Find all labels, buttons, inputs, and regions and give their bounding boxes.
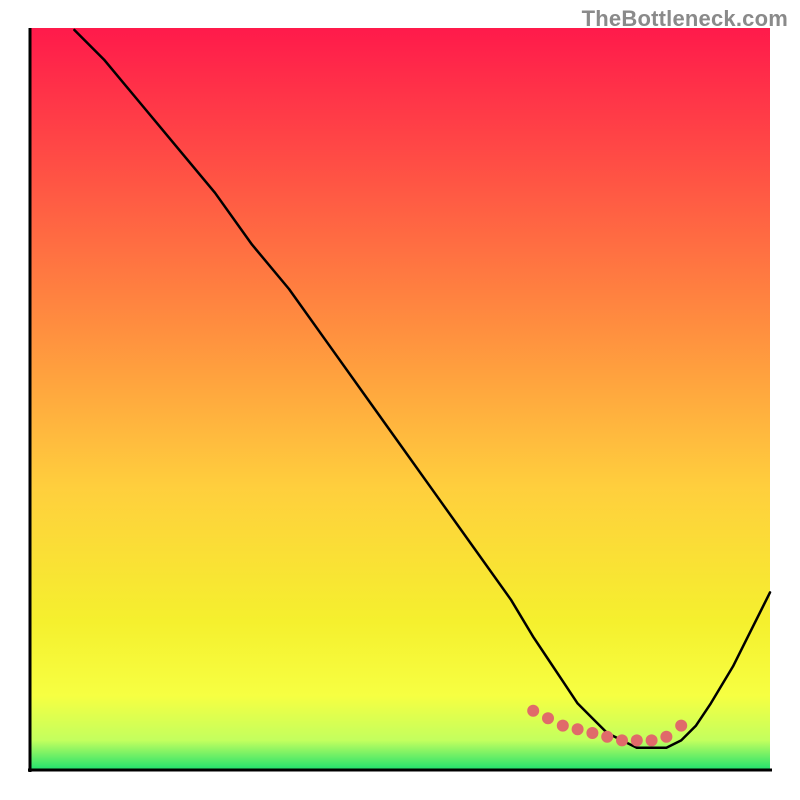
optimal-marker — [601, 731, 613, 743]
optimal-marker — [646, 734, 658, 746]
chart-canvas: TheBottleneck.com — [0, 0, 800, 800]
optimal-marker — [660, 731, 672, 743]
optimal-marker — [527, 705, 539, 717]
optimal-marker — [542, 712, 554, 724]
optimal-marker — [557, 720, 569, 732]
optimal-marker — [572, 723, 584, 735]
gradient-bg — [30, 28, 770, 770]
plot-area — [28, 28, 772, 772]
plot-svg — [28, 28, 772, 772]
optimal-marker — [675, 720, 687, 732]
optimal-marker — [616, 734, 628, 746]
optimal-marker — [631, 734, 643, 746]
optimal-marker — [586, 727, 598, 739]
